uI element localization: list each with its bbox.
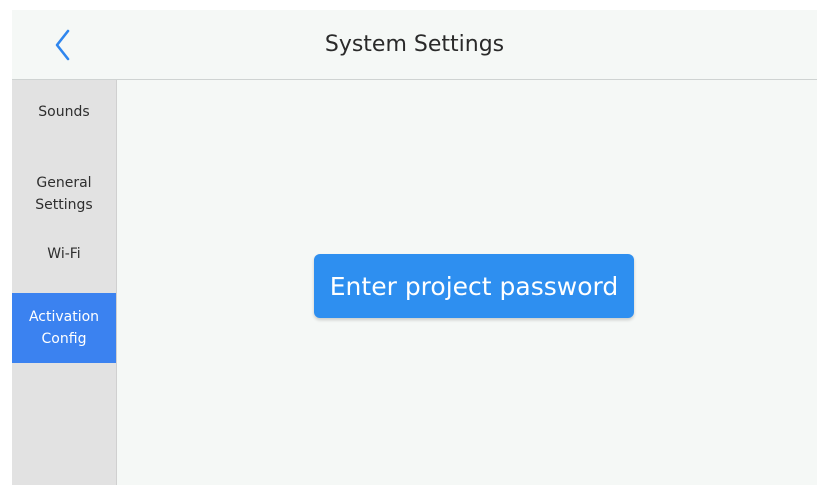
- enter-project-password-button[interactable]: Enter project password: [314, 254, 634, 318]
- page-title: System Settings: [324, 32, 505, 57]
- header-bar: System Settings: [12, 10, 817, 80]
- sidebar-item-wifi[interactable]: Wi-Fi: [12, 236, 116, 272]
- content-panel: Enter project password: [117, 80, 817, 485]
- sidebar-item-general-settings[interactable]: General Settings: [12, 162, 116, 226]
- settings-screen: System Settings Sounds General Settings …: [12, 10, 817, 485]
- settings-sidebar: Sounds General Settings Wi-Fi Activation…: [12, 80, 117, 485]
- sidebar-item-sounds[interactable]: Sounds: [12, 94, 116, 130]
- sidebar-item-activation-config[interactable]: Activation Config: [12, 293, 116, 363]
